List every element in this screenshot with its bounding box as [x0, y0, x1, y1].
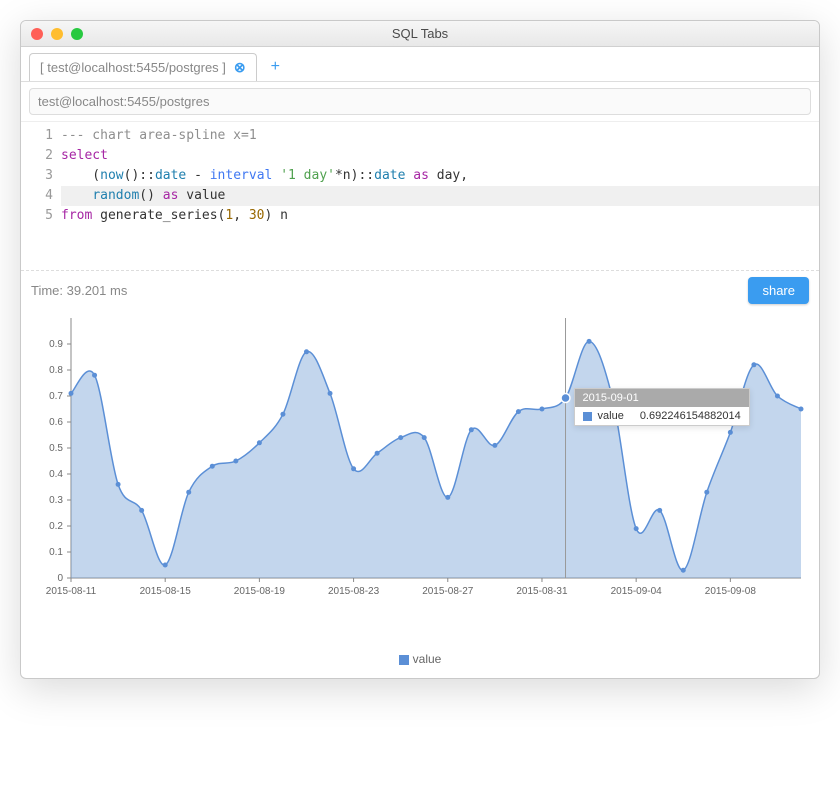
tooltip-value: 0.692246154882014 [630, 410, 741, 422]
code-line: from generate_series(1, 30) n [61, 206, 819, 226]
tooltip-title: 2015-09-01 [575, 389, 749, 407]
code-line: --- chart area-spline x=1 [61, 126, 819, 146]
svg-text:2015-09-04: 2015-09-04 [611, 586, 663, 597]
svg-text:0.2: 0.2 [49, 521, 63, 532]
svg-text:0.7: 0.7 [49, 391, 63, 402]
zoom-window-button[interactable] [71, 28, 83, 40]
result-header: Time: 39.201 ms share [31, 277, 809, 304]
line-number: 5 [21, 206, 53, 226]
legend-swatch [399, 655, 409, 665]
line-gutter: 12345 [21, 122, 61, 230]
svg-text:2015-08-31: 2015-08-31 [516, 586, 568, 597]
line-number: 3 [21, 166, 53, 186]
result-panel: Time: 39.201 ms share 0 0.1 0.2 0.3 0.4 0.5 0.… [21, 270, 819, 678]
svg-text:2015-08-27: 2015-08-27 [422, 586, 474, 597]
minimize-window-button[interactable] [51, 28, 63, 40]
chart-area[interactable]: 0 0.1 0.2 0.3 0.4 0.5 0.6 0.7 0.8 0.9 2015-08-11 20… [31, 308, 809, 648]
traffic-lights [31, 28, 83, 40]
tooltip-swatch [583, 412, 592, 421]
tooltip-row: value 0.692246154882014 [575, 407, 749, 425]
svg-text:0.4: 0.4 [49, 469, 63, 480]
connection-bar [21, 82, 819, 121]
code-line: select [61, 146, 819, 166]
svg-text:0.8: 0.8 [49, 365, 63, 376]
chart-legend[interactable]: value [31, 648, 809, 668]
line-number: 1 [21, 126, 53, 146]
chart-tooltip: 2015-09-01 value 0.692246154882014 [574, 388, 750, 426]
app-window: SQL Tabs [ test@localhost:5455/postgres … [20, 20, 820, 679]
svg-text:0.6: 0.6 [49, 417, 63, 428]
window-title: SQL Tabs [21, 26, 819, 41]
new-tab-button[interactable]: + [265, 58, 286, 76]
code-line: random() as value [61, 186, 819, 206]
code-line: (now()::date - interval '1 day'*n)::date… [61, 166, 819, 186]
svg-text:0.5: 0.5 [49, 443, 63, 454]
legend-label: value [413, 652, 442, 666]
svg-text:2015-08-15: 2015-08-15 [140, 586, 192, 597]
tab-label: [ test@localhost:5455/postgres ] [40, 60, 226, 75]
svg-text:2015-09-08: 2015-09-08 [705, 586, 757, 597]
query-timing: Time: 39.201 ms [31, 283, 127, 298]
connection-input[interactable] [29, 88, 811, 115]
tab-connection[interactable]: [ test@localhost:5455/postgres ] ⊗ [29, 53, 257, 81]
code-area[interactable]: --- chart area-spline x=1select (now()::… [61, 122, 819, 230]
svg-text:0.9: 0.9 [49, 339, 63, 350]
tooltip-series-label: value [598, 410, 624, 422]
svg-text:2015-08-23: 2015-08-23 [328, 586, 380, 597]
titlebar: SQL Tabs [21, 21, 819, 47]
svg-text:0.3: 0.3 [49, 495, 63, 506]
close-window-button[interactable] [31, 28, 43, 40]
area-chart-svg: 0 0.1 0.2 0.3 0.4 0.5 0.6 0.7 0.8 0.9 2015-08-11 20… [31, 308, 811, 608]
close-tab-icon[interactable]: ⊗ [234, 59, 246, 76]
line-number: 4 [21, 186, 53, 206]
sql-editor[interactable]: 12345 --- chart area-spline x=1select (n… [21, 121, 819, 230]
svg-text:0: 0 [57, 573, 63, 584]
svg-text:2015-08-11: 2015-08-11 [46, 586, 97, 597]
tab-bar: [ test@localhost:5455/postgres ] ⊗ + [21, 47, 819, 82]
svg-text:2015-08-19: 2015-08-19 [234, 586, 286, 597]
svg-text:0.1: 0.1 [49, 547, 63, 558]
share-button[interactable]: share [748, 277, 809, 304]
line-number: 2 [21, 146, 53, 166]
